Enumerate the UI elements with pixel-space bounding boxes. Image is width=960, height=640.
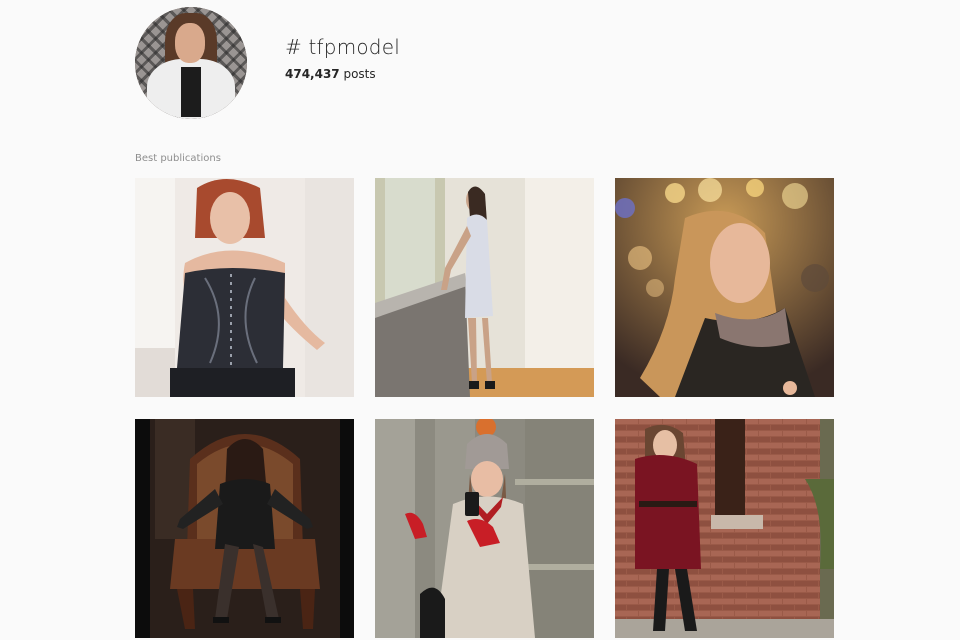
post-elevator-selfie-image xyxy=(375,419,594,638)
post-count-number: 474,437 xyxy=(285,67,340,81)
post-white-dress-model-image xyxy=(375,178,594,397)
hashtag-page: # tfpmodel 474,437 posts Best publicatio… xyxy=(0,0,960,640)
post-brick-wall-model-image xyxy=(615,419,834,638)
post-brick-wall-model[interactable] xyxy=(615,419,834,638)
post-count-suffix: posts xyxy=(339,67,376,81)
post-bokeh-portrait[interactable] xyxy=(615,178,834,397)
post-corset-model[interactable] xyxy=(135,178,354,397)
hashtag-info: # tfpmodel 474,437 posts xyxy=(285,35,400,81)
hashtag-title: # tfpmodel xyxy=(285,35,400,59)
post-white-dress-model[interactable] xyxy=(375,178,594,397)
post-elevator-selfie[interactable] xyxy=(375,419,594,638)
post-count: 474,437 posts xyxy=(285,67,400,81)
post-bokeh-portrait-image xyxy=(615,178,834,397)
post-armchair-model-image xyxy=(135,419,354,638)
hashtag-avatar xyxy=(135,7,247,119)
hashtag-header: # tfpmodel 474,437 posts xyxy=(135,7,400,119)
post-armchair-model[interactable] xyxy=(135,419,354,638)
post-corset-model-image xyxy=(135,178,354,397)
section-label: Best publications xyxy=(135,153,221,164)
post-grid xyxy=(135,178,834,638)
